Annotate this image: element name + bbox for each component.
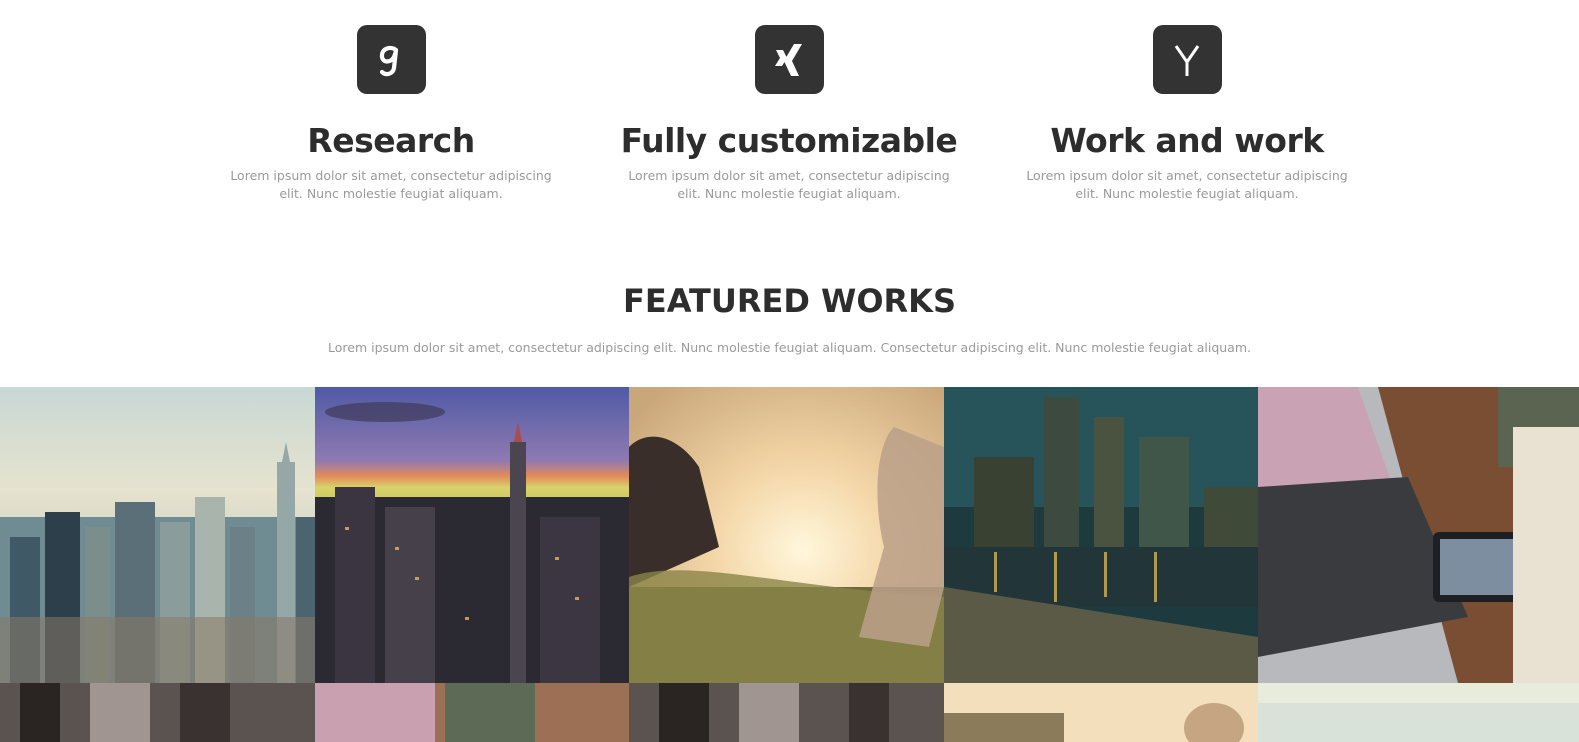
featured-works-subtitle: Lorem ipsum dolor sit amet, consectetur … [328,340,1251,355]
portfolio-item-harbor-night[interactable] [944,387,1258,683]
features-section: Research Lorem ipsum dolor sit amet, con… [0,0,1579,230]
feature-research: Research Lorem ipsum dolor sit amet, con… [211,25,571,203]
featured-works-title: FEATURED WORKS [623,282,956,320]
portfolio-item-city-dusk[interactable] [315,387,629,683]
gratipay-icon[interactable] [356,25,426,94]
portfolio-item-row2-3[interactable] [629,683,944,742]
y-combinator-icon[interactable] [1152,25,1222,94]
portfolio-item-row2-4[interactable] [944,683,1258,742]
portfolio-grid [0,387,1579,742]
feature-title: Research [307,121,475,160]
feature-description: Lorem ipsum dolor sit amet, consectetur … [628,168,950,201]
portfolio-item-row2-5[interactable] [1258,683,1579,742]
xing-icon[interactable] [754,25,824,94]
feature-title: Fully customizable [620,121,958,160]
portfolio-item-laptop-desk[interactable] [1258,387,1579,683]
feature-customizable: Fully customizable Lorem ipsum dolor sit… [609,25,969,203]
portfolio-item-row2-2[interactable] [315,683,629,742]
feature-title: Work and work [1050,121,1324,160]
portfolio-item-city-day[interactable] [0,387,315,683]
feature-description: Lorem ipsum dolor sit amet, consectetur … [1026,168,1348,201]
feature-work: Work and work Lorem ipsum dolor sit amet… [1007,25,1367,203]
portfolio-item-row2-1[interactable] [0,683,315,742]
portfolio-item-sunset-field[interactable] [629,387,944,683]
feature-description: Lorem ipsum dolor sit amet, consectetur … [230,168,552,201]
